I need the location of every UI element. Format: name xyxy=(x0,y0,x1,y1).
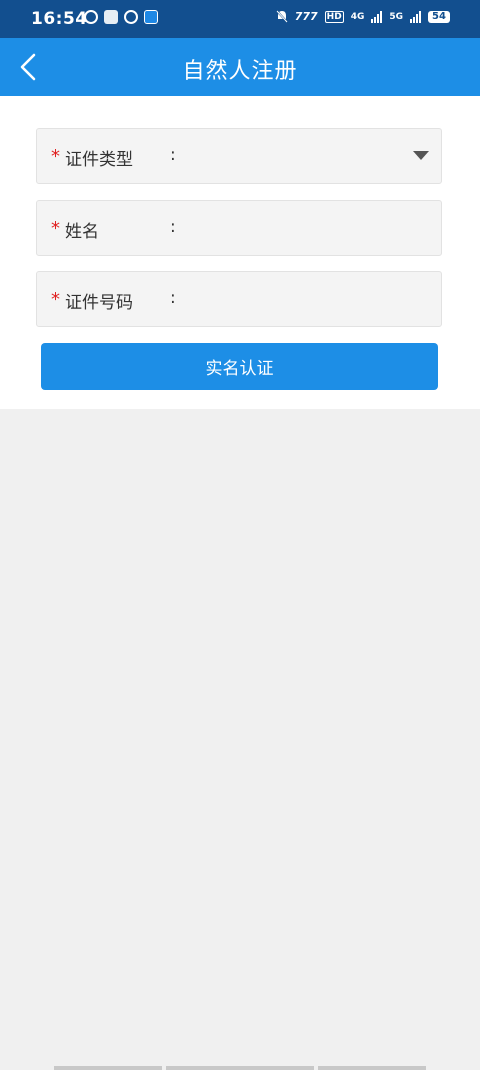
name-field[interactable]: * 姓名 : xyxy=(36,200,442,256)
empty-content-area xyxy=(0,409,480,1070)
field-label-name: 姓名 xyxy=(65,222,99,242)
battery-icon: 54 xyxy=(428,10,450,23)
required-mark: * xyxy=(51,218,60,239)
network-4g-label: 4G xyxy=(350,11,365,22)
nav-bar: 自然人注册 xyxy=(0,38,480,96)
id-number-field[interactable]: * 证件号码 : xyxy=(36,271,442,327)
status-right-icons: 777 HD 4G 5G 54 xyxy=(275,10,450,23)
speed-icon: 777 xyxy=(294,10,318,23)
required-mark: * xyxy=(51,289,60,310)
signal-4g-icon xyxy=(371,10,383,23)
dropdown-arrow-icon xyxy=(413,151,429,160)
bottom-divider xyxy=(166,1066,314,1070)
k-icon xyxy=(84,10,98,24)
bottom-divider xyxy=(318,1066,426,1070)
field-colon: : xyxy=(170,145,176,165)
zhishi-icon xyxy=(144,10,158,24)
network-5g-label: 5G xyxy=(389,11,403,22)
fan-icon xyxy=(124,10,138,24)
page-title: 自然人注册 xyxy=(182,59,298,84)
required-mark: * xyxy=(51,146,60,167)
status-bar: 16:54 777 HD 4G 5G 54 xyxy=(0,0,480,38)
app-icon xyxy=(104,10,118,24)
status-time: 16:54 xyxy=(31,9,88,29)
notification-icons xyxy=(84,10,158,24)
field-label-id-number: 证件号码 xyxy=(65,293,133,313)
field-colon: : xyxy=(170,288,176,308)
bell-off-icon xyxy=(275,10,288,23)
registration-form: * 证件类型 : * 姓名 : * 证件号码 : 实名认证 xyxy=(0,96,480,409)
bottom-divider xyxy=(54,1066,162,1070)
field-label-id-type: 证件类型 xyxy=(65,150,133,170)
hd-icon: HD xyxy=(324,10,344,23)
field-colon: : xyxy=(170,217,176,237)
id-type-select[interactable]: * 证件类型 : xyxy=(36,128,442,184)
real-name-verify-button[interactable]: 实名认证 xyxy=(41,343,438,390)
signal-5g-icon xyxy=(410,10,421,23)
